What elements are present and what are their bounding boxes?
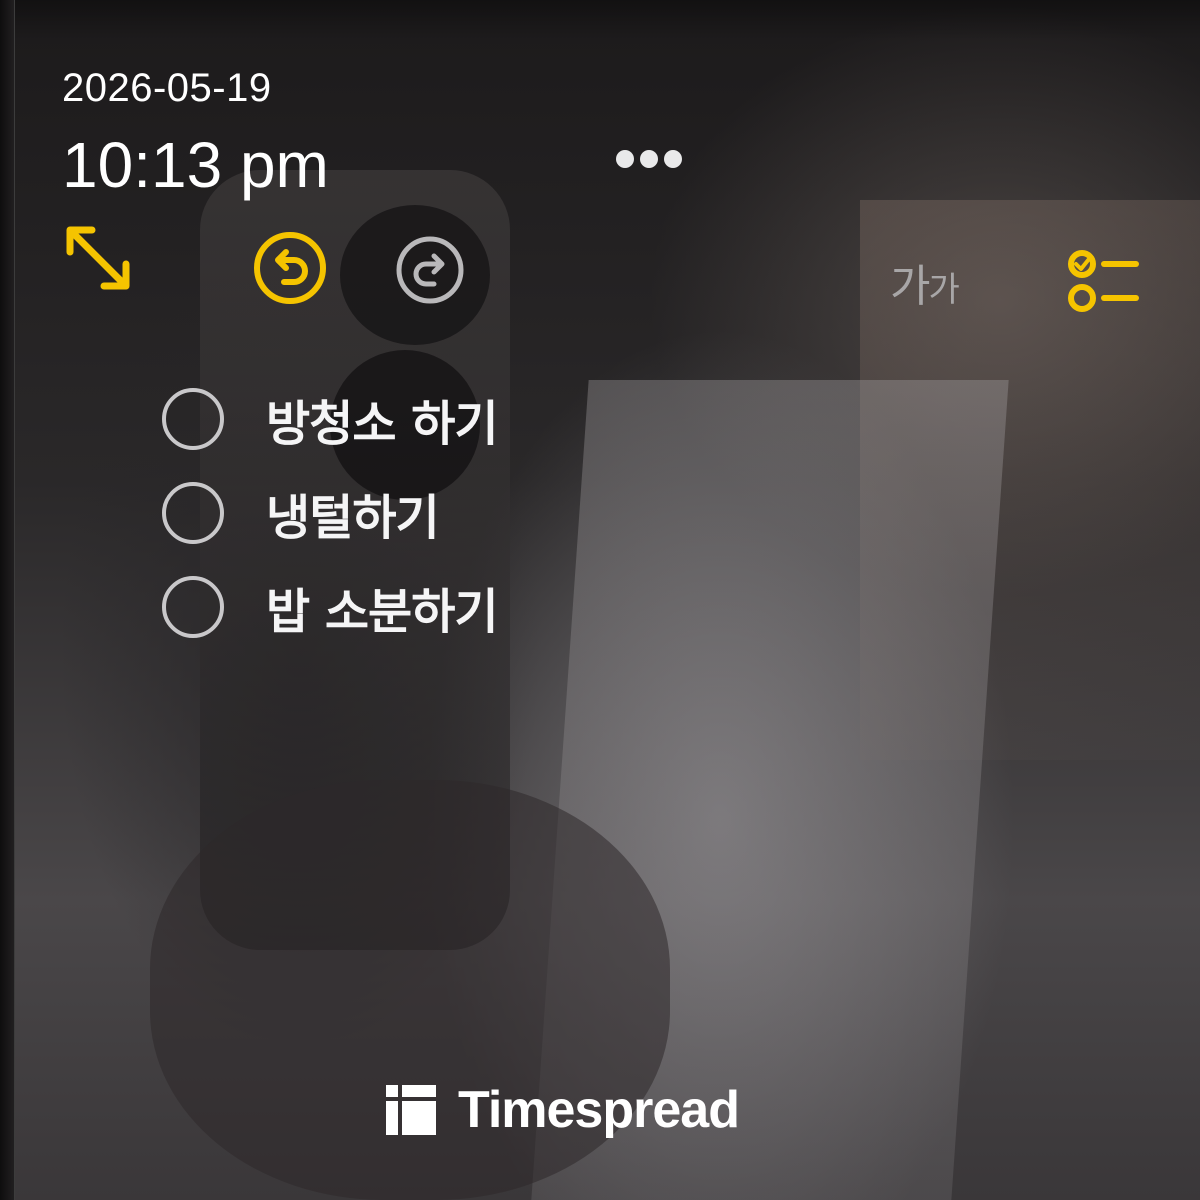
timespread-logo-icon [386,1085,436,1135]
watermark: Timespread [386,1080,740,1140]
todo-label[interactable]: 밥 소분하기 [266,572,499,642]
screen-bezel [0,0,15,1200]
undo-icon[interactable] [252,230,328,306]
more-dots-icon[interactable] [616,150,682,168]
todo-list: 방청소 하기 냉털하기 밥 소분하기 [162,372,499,654]
dot [616,150,634,168]
todo-label[interactable]: 냉털하기 [266,478,440,548]
screen-top-shade [0,0,1200,40]
todo-item: 냉털하기 [162,466,498,560]
font-size-button[interactable]: 가가 [890,250,960,314]
dot [640,150,658,168]
todo-item: 밥 소분하기 [162,560,499,654]
expand-arrows-icon[interactable] [60,220,136,296]
todo-checkbox[interactable] [162,388,224,450]
photo-date: 2026-05-19 [62,66,272,110]
watermark-brand: Timespread [458,1081,740,1139]
dot [664,150,682,168]
checklist-icon[interactable] [1066,248,1142,316]
redo-icon[interactable] [394,234,466,306]
photo-time: 10:13 pm [62,129,329,201]
font-size-label-small: 가 [928,270,959,310]
todo-checkbox[interactable] [162,576,224,638]
font-size-label-large: 가 [890,261,931,312]
todo-checkbox[interactable] [162,482,224,544]
todo-label[interactable]: 방청소 하기 [266,384,499,454]
todo-item: 방청소 하기 [162,372,499,466]
